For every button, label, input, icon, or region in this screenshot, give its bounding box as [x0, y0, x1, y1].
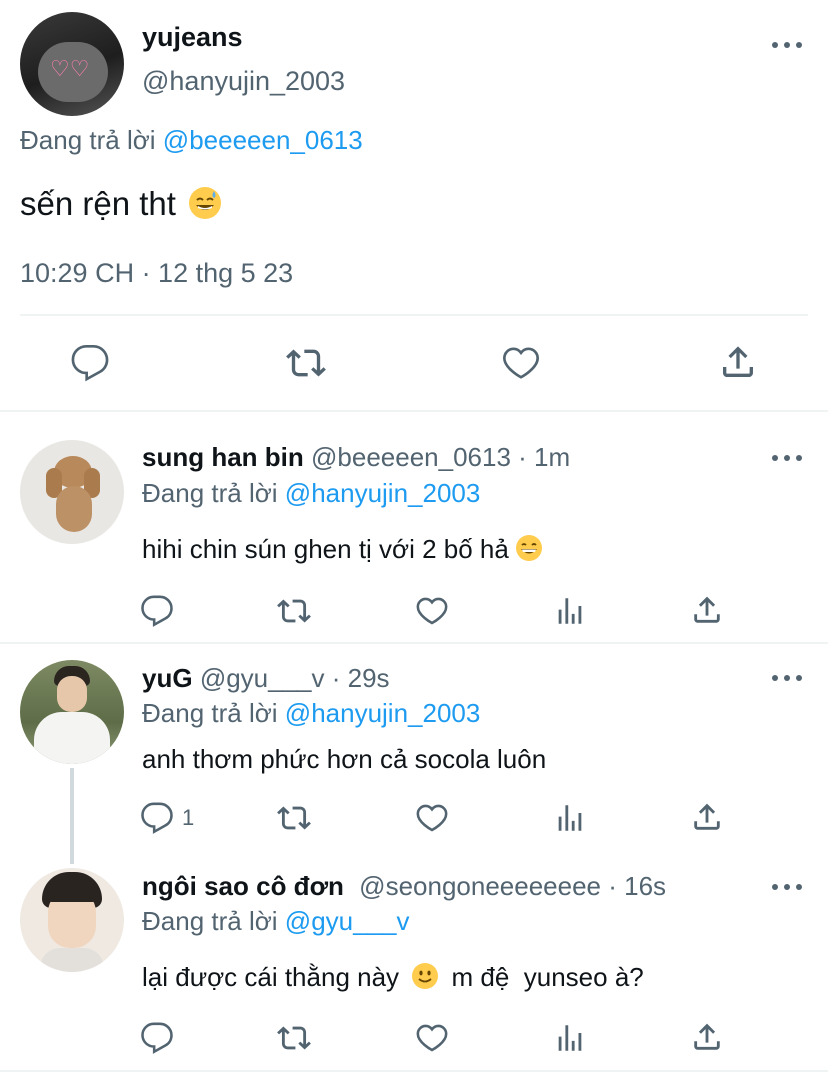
- replying-to: Đang trả lời @hanyujin_2003: [142, 698, 480, 729]
- share-icon: [694, 803, 720, 830]
- replying-to-link[interactable]: @beeeeen_0613: [163, 125, 363, 155]
- grin-emoji: [516, 535, 543, 562]
- sweat-smile-emoji: [189, 187, 222, 220]
- display-name[interactable]: yujeans: [142, 22, 243, 53]
- reply-icon: [141, 1022, 173, 1054]
- like-icon: [416, 1024, 448, 1052]
- timestamp[interactable]: 10:29 CH · 12 thg 5 23: [20, 258, 293, 289]
- analytics-icon: [558, 1025, 582, 1051]
- share-button[interactable]: [718, 341, 758, 383]
- share-icon: [694, 596, 720, 623]
- tweet-text: sến rện tht: [20, 185, 222, 223]
- timestamp[interactable]: · 29s: [332, 663, 390, 693]
- share-button[interactable]: [690, 800, 724, 834]
- reply-count: 1: [182, 805, 195, 830]
- replying-prefix: Đang trả lời: [20, 125, 156, 155]
- timestamp[interactable]: · 16s: [608, 871, 666, 901]
- avatar[interactable]: [20, 440, 124, 544]
- thread-line: [70, 768, 74, 864]
- more-options-icon[interactable]: [772, 882, 802, 892]
- replying-prefix: Đang trả lời: [142, 906, 278, 936]
- avatar[interactable]: [20, 660, 124, 764]
- like-button[interactable]: [414, 801, 450, 835]
- share-button[interactable]: [690, 1020, 724, 1054]
- share-button[interactable]: [690, 593, 724, 627]
- replying-prefix: Đang trả lời: [142, 478, 278, 508]
- section-divider: [0, 642, 828, 644]
- tweet-text-content: sến rện tht: [20, 185, 176, 222]
- analytics-button[interactable]: [553, 801, 587, 835]
- handle[interactable]: @beeeeen_0613: [311, 442, 511, 472]
- retweet-icon: [286, 349, 326, 377]
- analytics-button[interactable]: [553, 1021, 587, 1055]
- more-options-icon[interactable]: [772, 453, 802, 463]
- retweet-icon: [277, 1026, 311, 1050]
- reply-icon: [141, 595, 173, 627]
- replying-to-link[interactable]: @hanyujin_2003: [285, 478, 481, 508]
- reply-button[interactable]: [140, 594, 174, 628]
- display-name[interactable]: ngôi sao cô đơn: [142, 871, 344, 901]
- tweet-text-continued: m đệ yunseo à?: [451, 962, 644, 992]
- replying-to-link[interactable]: @gyu___v: [285, 906, 410, 936]
- like-icon: [416, 804, 448, 832]
- share-icon: [723, 346, 753, 377]
- handle[interactable]: @seongoneeeeeeee: [359, 871, 601, 901]
- timestamp[interactable]: · 1m: [518, 442, 570, 472]
- tweet-text: anh thơm phức hơn cả socola luôn: [142, 744, 547, 774]
- replying-prefix: Đang trả lời: [142, 698, 278, 728]
- tweet-text: lại được cái thằng này m đệ yunseo à?: [142, 962, 644, 993]
- analytics-icon: [558, 805, 582, 831]
- like-button[interactable]: [414, 1021, 450, 1055]
- reply-icon: [71, 345, 109, 382]
- reply-button[interactable]: [70, 343, 110, 383]
- avatar[interactable]: [20, 868, 124, 972]
- handle[interactable]: @gyu___v: [200, 663, 325, 693]
- tweet-header: yuG @gyu___v · 29s: [142, 663, 390, 694]
- tweet-header: sung han bin @beeeeen_0613 · 1m: [142, 442, 570, 473]
- reply-button[interactable]: [140, 1021, 174, 1055]
- more-options-icon[interactable]: [772, 40, 802, 50]
- analytics-button[interactable]: [553, 594, 587, 628]
- section-divider: [0, 410, 828, 412]
- actions-divider: [20, 314, 808, 316]
- reply-icon: [141, 802, 173, 834]
- slight-smile-emoji: [412, 963, 439, 990]
- retweet-button[interactable]: [276, 801, 312, 835]
- reply-button[interactable]: 1: [140, 801, 194, 835]
- handle[interactable]: @hanyujin_2003: [142, 66, 345, 97]
- like-button[interactable]: [500, 343, 542, 383]
- like-icon: [416, 597, 448, 625]
- retweet-icon: [277, 806, 311, 830]
- retweet-button[interactable]: [276, 1021, 312, 1055]
- like-button[interactable]: [414, 594, 450, 628]
- share-icon: [694, 1023, 720, 1050]
- analytics-icon: [558, 598, 582, 624]
- tweet-text: hihi chin sún ghen tị với 2 bố hả: [142, 534, 543, 565]
- tweet-text-content: hihi chin sún ghen tị với 2 bố hả: [142, 534, 509, 564]
- retweet-icon: [277, 599, 311, 623]
- retweet-button[interactable]: [285, 343, 327, 383]
- display-name[interactable]: sung han bin: [142, 442, 304, 472]
- replying-to: Đang trả lời @gyu___v: [142, 906, 410, 937]
- replying-to: Đang trả lời @beeeeen_0613: [20, 125, 363, 156]
- replying-to: Đang trả lời @hanyujin_2003: [142, 478, 480, 509]
- replying-to-link[interactable]: @hanyujin_2003: [285, 698, 481, 728]
- tweet-header: ngôi sao cô đơn @seongoneeeeeeee · 16s: [142, 871, 666, 902]
- display-name[interactable]: yuG: [142, 663, 193, 693]
- tweet-text-content: lại được cái thằng này: [142, 962, 400, 992]
- section-divider: [0, 1070, 828, 1072]
- like-icon: [502, 347, 540, 379]
- avatar[interactable]: ♡♡: [20, 12, 124, 116]
- more-options-icon[interactable]: [772, 673, 802, 683]
- retweet-button[interactable]: [276, 594, 312, 628]
